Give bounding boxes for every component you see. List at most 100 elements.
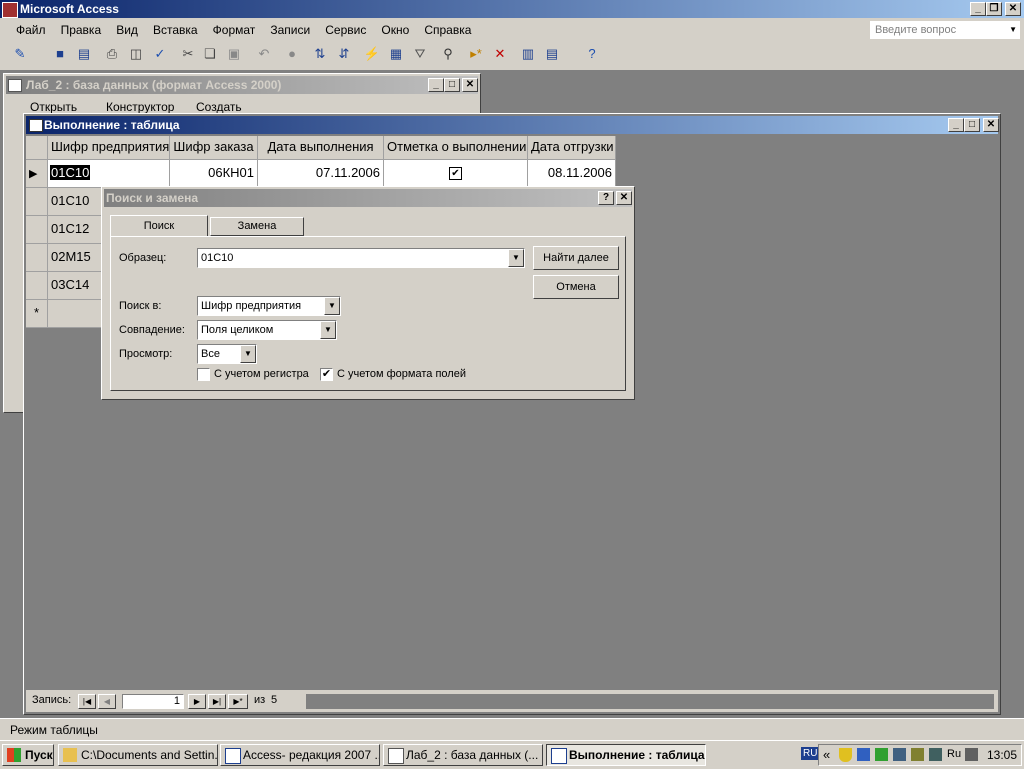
tool-icon[interactable] — [911, 748, 924, 761]
monitor-icon[interactable] — [893, 748, 906, 761]
table-cell[interactable]: 01С10 — [48, 160, 170, 188]
database-window-icon[interactable]: ▥ — [518, 44, 538, 64]
menu-edit[interactable]: Правка — [55, 20, 108, 40]
dialog-help-button[interactable]: ? — [598, 191, 614, 205]
table-cell[interactable]: 06КН01 — [170, 160, 258, 188]
search-format-checkbox[interactable]: ✔ — [320, 368, 333, 381]
table-close-button[interactable]: ✕ — [983, 118, 999, 132]
db-create-button[interactable]: Создать — [196, 100, 242, 114]
shield-icon[interactable] — [839, 748, 852, 762]
table-maximize-button[interactable]: □ — [964, 118, 980, 132]
column-header-order-code[interactable]: Шифр заказа — [170, 136, 258, 160]
taskbar-item-table[interactable]: Выполнение : таблица — [546, 744, 706, 766]
record-selector[interactable] — [26, 188, 48, 216]
find-next-button[interactable]: Найти далее — [533, 246, 619, 270]
tab-find[interactable]: Поиск — [110, 215, 208, 237]
menu-tools[interactable]: Сервис — [319, 20, 372, 40]
start-button[interactable]: Пуск — [2, 744, 54, 766]
menu-format[interactable]: Формат — [207, 20, 262, 40]
apply-filter-icon[interactable]: ⛛ — [410, 44, 430, 64]
new-record-nav-button[interactable]: ▶* — [228, 694, 248, 709]
last-record-button[interactable]: ▶| — [208, 694, 226, 709]
language-indicator[interactable]: RU — [801, 747, 820, 760]
match-select[interactable]: Поля целиком ▼ — [197, 320, 337, 340]
menu-window[interactable]: Окно — [375, 20, 415, 40]
taskbar-item-explorer[interactable]: C:\Documents and Settin... — [58, 744, 218, 766]
db-open-button[interactable]: Открыть — [30, 100, 77, 114]
horizontal-scrollbar[interactable] — [306, 694, 994, 709]
print-preview-icon[interactable]: ◫ — [126, 44, 146, 64]
pattern-input[interactable]: 01С10 ▼ — [197, 248, 525, 268]
menu-view[interactable]: Вид — [110, 20, 144, 40]
print-icon[interactable]: ⎙ — [102, 44, 122, 64]
table-minimize-button[interactable]: _ — [948, 118, 964, 132]
spelling-icon[interactable]: ✓ — [150, 44, 170, 64]
paste-icon[interactable]: ▣ — [224, 44, 244, 64]
table-cell[interactable]: 07.11.2006 — [258, 160, 384, 188]
cancel-button[interactable]: Отмена — [533, 275, 619, 299]
antivirus-icon[interactable] — [875, 748, 888, 761]
taskbar-item-database[interactable]: Лаб_2 : база данных (... — [383, 744, 543, 766]
database-window-titlebar[interactable]: Лаб_2 : база данных (формат Access 2000)… — [6, 76, 478, 94]
search-direction-select[interactable]: Все ▼ — [197, 344, 257, 364]
menu-insert[interactable]: Вставка — [147, 20, 204, 40]
chevron-down-icon[interactable]: ▼ — [240, 345, 256, 363]
db-minimize-button[interactable]: _ — [428, 78, 444, 92]
select-all-corner[interactable] — [26, 136, 48, 160]
db-maximize-button[interactable]: □ — [444, 78, 460, 92]
find-replace-dialog[interactable]: Поиск и замена ? ✕ Поиск Замена Образец:… — [101, 186, 635, 400]
cut-icon[interactable]: ✂ — [178, 44, 198, 64]
view-icon[interactable]: ✎ — [10, 44, 30, 64]
app-minimize-button[interactable]: _ — [970, 2, 986, 16]
menu-help[interactable]: Справка — [418, 20, 477, 40]
column-header-completion-date[interactable]: Дата выполнения — [258, 136, 384, 160]
column-header-enterprise-code[interactable]: Шифр предприятия — [48, 136, 170, 160]
dialog-close-button[interactable]: ✕ — [616, 191, 632, 205]
app-restore-button[interactable]: ❐ — [986, 2, 1002, 16]
table-window-titlebar[interactable]: Выполнение : таблица _ □ ✕ — [26, 116, 999, 134]
new-record-selector[interactable]: * — [26, 300, 48, 328]
record-selector[interactable] — [26, 216, 48, 244]
match-case-checkbox[interactable] — [197, 368, 210, 381]
hyperlink-icon[interactable]: ● — [282, 44, 302, 64]
next-record-button[interactable]: ▶ — [188, 694, 206, 709]
delete-record-icon[interactable]: ✕ — [490, 44, 510, 64]
db-design-button[interactable]: Конструктор — [106, 100, 174, 114]
filter-selection-icon[interactable]: ⚡ — [362, 44, 382, 64]
undo-icon[interactable]: ↶ — [254, 44, 274, 64]
prev-record-button[interactable]: ◀ — [98, 694, 116, 709]
lookin-select[interactable]: Шифр предприятия ▼ — [197, 296, 341, 316]
show-hidden-icons-icon[interactable]: « — [823, 747, 830, 762]
search-file-icon[interactable]: ▤ — [74, 44, 94, 64]
app-close-button[interactable]: ✕ — [1005, 2, 1021, 16]
keyboard-icon[interactable] — [929, 748, 942, 761]
record-selector[interactable] — [26, 244, 48, 272]
column-header-completion-mark[interactable]: Отметка о выполнении — [384, 136, 528, 160]
record-selector[interactable] — [26, 272, 48, 300]
network-icon[interactable] — [857, 748, 870, 761]
find-icon[interactable]: ⚲ — [438, 44, 458, 64]
tab-replace[interactable]: Замена — [210, 217, 304, 236]
sort-ascending-icon[interactable]: ⇅ — [310, 44, 330, 64]
save-icon[interactable]: ■ — [50, 44, 70, 64]
first-record-button[interactable]: |◀ — [78, 694, 96, 709]
record-number-field[interactable]: 1 — [122, 694, 184, 709]
sort-descending-icon[interactable]: ⇵ — [334, 44, 354, 64]
chevron-down-icon[interactable]: ▼ — [1009, 21, 1017, 39]
new-object-icon[interactable]: ▤ — [542, 44, 562, 64]
chevron-down-icon[interactable]: ▼ — [508, 249, 524, 267]
filter-form-icon[interactable]: ▦ — [386, 44, 406, 64]
help-icon[interactable]: ? — [582, 44, 602, 64]
table-cell-checkbox[interactable]: ✔ — [384, 160, 528, 188]
copy-icon[interactable]: ❏ — [200, 44, 220, 64]
display-icon[interactable] — [965, 748, 978, 761]
completion-checkbox[interactable]: ✔ — [449, 167, 462, 181]
chevron-down-icon[interactable]: ▼ — [320, 321, 336, 339]
menu-file[interactable]: Файл — [10, 20, 52, 40]
db-close-button[interactable]: ✕ — [462, 78, 478, 92]
chevron-down-icon[interactable]: ▼ — [324, 297, 340, 315]
record-selector-current[interactable]: ▶ — [26, 160, 48, 188]
taskbar-item-word[interactable]: Access- редакция 2007 ... — [220, 744, 380, 766]
language-code[interactable]: Ru — [947, 748, 961, 760]
new-record-icon[interactable]: ▸* — [466, 44, 486, 64]
